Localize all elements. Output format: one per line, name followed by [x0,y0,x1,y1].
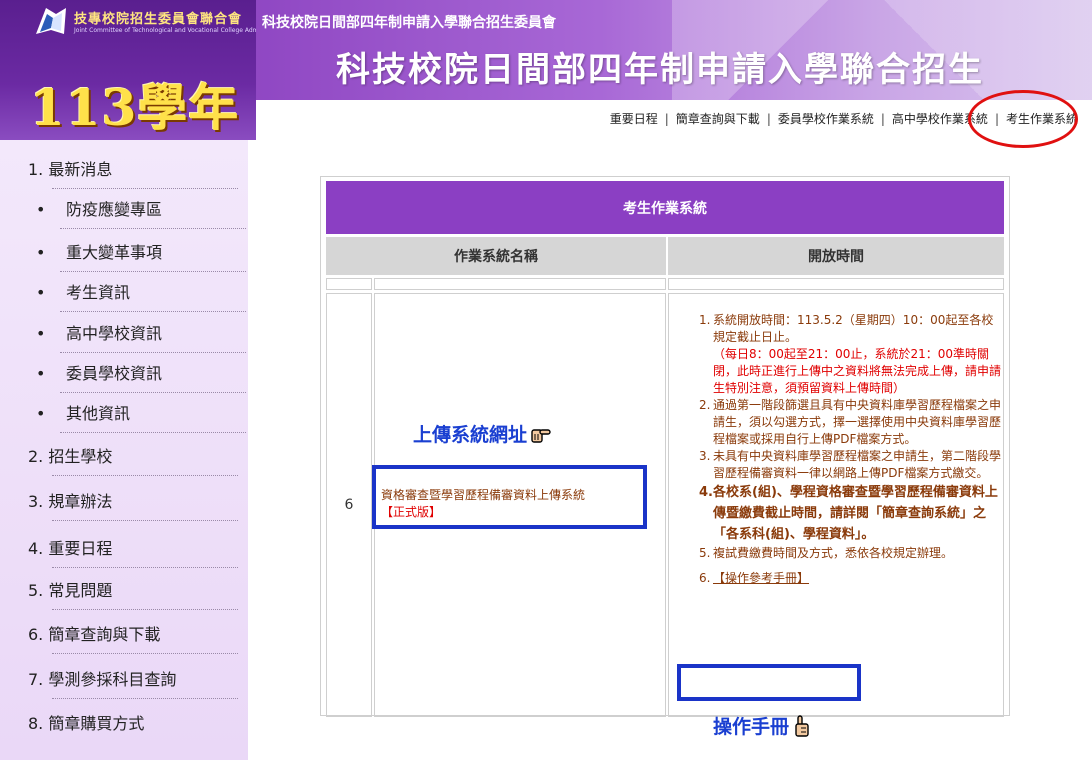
time-item-2: 2. 通過第一階段篩選且具有中央資料庫學習歷程檔案之申請生，須以勾選方式，擇一選… [699,398,1002,446]
pointing-hand-icon [531,428,551,443]
sidebar-item-label: 3. 規章辦法 [28,492,113,511]
column-header-system-name: 作業系統名稱 [326,237,666,275]
bullet-icon: • [36,364,46,383]
sidebar-item-other-info[interactable]: • 其他資訊 [36,400,246,433]
sidebar-item-applicant-info[interactable]: • 考生資訊 [36,279,246,312]
spacer-cell [326,278,372,290]
logo-subtitle: Joint Committee of Technological and Voc… [74,27,279,34]
spacer-cell [374,278,666,290]
page-header: 技專校院招生委員會聯合會 Joint Committee of Technolo… [0,0,1092,148]
logo-area[interactable]: 技專校院招生委員會聯合會 Joint Committee of Technolo… [0,0,256,140]
pointing-up-hand-icon [795,714,809,737]
organization-name: 科技校院日間部四年制申請入學聯合招生委員會 [262,15,556,31]
table-title: 考生作業系統 [326,181,1004,234]
nav-separator: | [664,111,669,126]
sidebar-item-schools[interactable]: 2. 招生學校 [28,443,238,476]
nav-member-school-system[interactable]: 委員學校作業系統 [778,110,874,127]
time-item-note: （每日8：00起至21：00止，系統於21：00準時關閉，此時正進行上傳中之資料… [713,347,1002,395]
logo-text: 技專校院招生委員會聯合會 [74,12,243,27]
nav-brochure-download[interactable]: 簡章查詢與下載 [676,110,760,127]
open-time-cell: 1. 系統開放時間：113.5.2（星期四）10：00起至各校規定截止日止。 （… [668,293,1004,717]
time-item-6: 6. 【操作參考手冊】 [699,571,810,585]
upload-url-annotation: 上傳系統網址 [413,420,552,447]
sidebar-item-subject-query[interactable]: 7. 學測參採科目查詢 [28,666,238,699]
time-item-3: 3. 未具有中央資料庫學習歷程檔案之申請生，第二階段學習歷程備審資料一律以網路上… [699,449,1002,480]
bullet-icon: • [36,243,46,262]
time-item-5: 5. 複試費繳費時間及方式，悉依各校規定辦理。 [699,546,954,560]
sidebar-item-label: 其他資訊 [66,404,131,423]
sidebar-item-brochure-purchase[interactable]: 8. 簡章購買方式 [28,710,238,734]
spacer-cell [668,278,1004,290]
row-number: 6 [344,497,354,513]
sidebar-item-high-school-info[interactable]: • 高中學校資訊 [36,320,246,353]
column-header-open-time: 開放時間 [668,237,1004,275]
manual-link-highlight-box [677,664,861,701]
row-number-cell: 6 [326,293,372,717]
sidebar-item-label: 委員學校資訊 [66,364,163,383]
sidebar-item-label: 1. 最新消息 [28,160,113,179]
sidebar-item-schedule[interactable]: 4. 重要日程 [28,535,238,568]
bullet-icon: • [36,200,46,219]
sidebar-item-label: 8. 簡章購買方式 [28,714,145,733]
bullet-icon: • [36,283,46,302]
bullet-icon: • [36,404,46,423]
sidebar-item-label: 高中學校資訊 [66,324,163,343]
time-item-4: 4. 各校系(組)、學程資格審查暨學習歷程備審資料上傳暨繳費截止時間，請詳閱「簡… [699,485,998,542]
sidebar-item-major-changes[interactable]: • 重大變革事項 [36,239,246,272]
open-time-list: 1. 系統開放時間：113.5.2（星期四）10：00起至各校規定截止日止。 （… [699,312,1004,587]
sidebar: 1. 最新消息 • 防疫應變專區 • 重大變革事項 • 考生資訊 • 高中學校資訊 • 委… [0,140,248,760]
manual-link[interactable]: 【操作參考手冊】 [713,571,809,585]
sidebar-item-label: 7. 學測參採科目查詢 [28,670,177,689]
sidebar-item-label: 4. 重要日程 [28,539,113,558]
nav-highlight-circle [968,90,1078,148]
sidebar-item-brochure-download[interactable]: 6. 簡章查詢與下載 [28,621,238,654]
committee-logo-icon [36,8,66,34]
sidebar-item-label: 5. 常見問題 [28,581,113,600]
sidebar-item-label: 6. 簡章查詢與下載 [28,625,161,644]
sidebar-item-label: 防疫應變專區 [66,200,163,219]
upload-link-highlight-box [372,465,647,529]
bullet-icon: • [36,324,46,343]
nav-important-dates[interactable]: 重要日程 [610,110,658,127]
sidebar-item-label: 重大變革事項 [66,243,163,262]
page-title: 科技校院日間部四年制申請入學聯合招生 [336,50,984,90]
sidebar-item-faq[interactable]: 5. 常見問題 [28,577,238,610]
nav-separator: | [880,111,885,126]
top-navigation: 重要日程 | 簡章查詢與下載 | 委員學校作業系統 | 高中學校作業系統 | 考… [256,100,1092,140]
nav-separator: | [766,111,771,126]
sidebar-item-regulations[interactable]: 3. 規章辦法 [28,488,238,521]
sidebar-item-member-school-info[interactable]: • 委員學校資訊 [36,360,246,393]
sidebar-item-label: 考生資訊 [66,283,131,302]
manual-annotation: 操作手冊 [713,712,812,739]
sidebar-item-news[interactable]: 1. 最新消息 [28,156,238,189]
time-item-1: 1. 系統開放時間：113.5.2（星期四）10：00起至各校規定截止日止。 [699,313,994,344]
sidebar-item-label: 2. 招生學校 [28,447,113,466]
sidebar-item-pandemic[interactable]: • 防疫應變專區 [36,196,246,229]
